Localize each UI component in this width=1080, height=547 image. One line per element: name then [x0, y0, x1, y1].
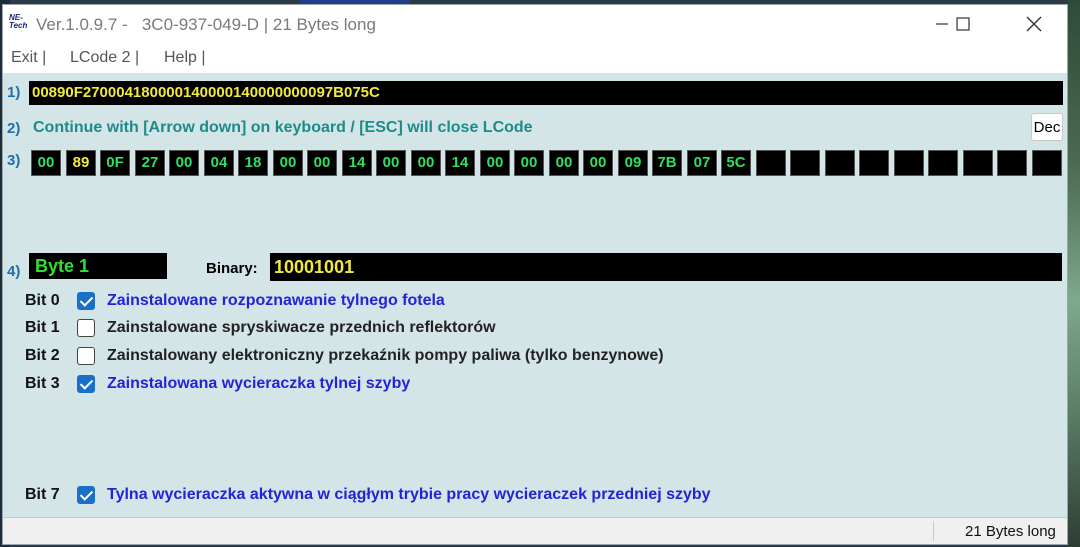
bit-3-checkbox[interactable]	[77, 375, 95, 393]
bit-description: Zainstalowana wycieraczka tylnej szyby	[107, 375, 411, 392]
menu-bar: Exit | LCode 2 | Help |	[3, 43, 1067, 73]
byte-cell[interactable]: 00	[583, 150, 613, 176]
maximize-icon	[956, 17, 970, 31]
row-number-1: 1)	[7, 84, 21, 101]
byte-cell[interactable]: 00	[169, 150, 199, 176]
lcode-window: NE- Tech Ver.1.0.9.7 - 3C0-937-049-D | 2…	[2, 4, 1068, 545]
bit-label: Bit 3	[25, 375, 60, 392]
status-bar: 21 Bytes long	[3, 517, 1067, 544]
byte-cell[interactable]: 00	[411, 150, 441, 176]
binary-label: Binary:	[206, 260, 258, 277]
byte-cell[interactable]	[997, 150, 1027, 176]
bit-0-checkbox[interactable]	[77, 292, 95, 310]
close-icon	[1026, 16, 1042, 32]
byte-cell[interactable]: 00	[307, 150, 337, 176]
selected-byte-label: Byte 1	[29, 253, 167, 279]
byte-cell[interactable]	[790, 150, 820, 176]
dec-button[interactable]: Dec	[1031, 113, 1063, 141]
bit-description: Zainstalowane rozpoznawanie tylnego fote…	[107, 292, 445, 309]
byte-cell[interactable]: 18	[238, 150, 268, 176]
bit-description: Tylna wycieraczka aktywna w ciągłym tryb…	[107, 486, 711, 503]
desktop-background-right	[1068, 0, 1080, 547]
close-window-button[interactable]	[1011, 5, 1057, 43]
byte-cell[interactable]	[894, 150, 924, 176]
menu-lcode2[interactable]: LCode 2 |	[70, 49, 139, 67]
byte-cell[interactable]: 07	[687, 150, 717, 176]
byte-cell[interactable]	[756, 150, 786, 176]
hex-string-field[interactable]: 00890F270004180000140000140000000097B075…	[29, 81, 1063, 105]
byte-cell[interactable]: 7B	[652, 150, 682, 176]
byte-cell[interactable]: 04	[204, 150, 234, 176]
byte-cell[interactable]: 00	[514, 150, 544, 176]
bit-description: Zainstalowane spryskiwacze przednich ref…	[107, 319, 496, 336]
byte-cell[interactable]: 89	[66, 150, 96, 176]
byte-cell[interactable]	[825, 150, 855, 176]
byte-cell[interactable]: 14	[342, 150, 372, 176]
byte-cell[interactable]: 5C	[721, 150, 751, 176]
byte-cell[interactable]	[928, 150, 958, 176]
bit-2-checkbox[interactable]	[77, 347, 95, 365]
menu-exit[interactable]: Exit |	[11, 49, 46, 67]
row-number-4: 4)	[7, 263, 21, 280]
byte-cell[interactable]: 00	[549, 150, 579, 176]
byte-cell[interactable]	[963, 150, 993, 176]
bit-label: Bit 2	[25, 347, 60, 364]
netech-logo-icon: NE- Tech	[9, 13, 28, 30]
byte-cell[interactable]: 00	[376, 150, 406, 176]
bit-1-checkbox[interactable]	[77, 319, 95, 337]
byte-cell[interactable]: 0F	[100, 150, 130, 176]
binary-value-field: 10001001	[270, 253, 1062, 281]
maximize-button[interactable]	[940, 5, 986, 43]
bit-description: Zainstalowany elektroniczny przekaźnik p…	[107, 347, 664, 364]
bit-7-checkbox[interactable]	[77, 486, 95, 504]
status-text: 21 Bytes long	[965, 523, 1056, 540]
byte-cell[interactable]	[859, 150, 889, 176]
status-divider	[933, 521, 934, 541]
byte-cell[interactable]	[1032, 150, 1062, 176]
byte-cells-row: 00 89 0F 27 00 04 18 00 00 14 00 00 14 00 00 00 00 09 7B 07…	[31, 150, 1065, 178]
byte-cell[interactable]: 00	[31, 150, 61, 176]
byte-cell[interactable]: 09	[618, 150, 648, 176]
bit-label: Bit 0	[25, 292, 60, 309]
byte-cell[interactable]: 00	[273, 150, 303, 176]
menu-help[interactable]: Help |	[164, 49, 206, 67]
bit-label: Bit 7	[25, 486, 60, 503]
bit-label: Bit 1	[25, 319, 60, 336]
window-title: Ver.1.0.9.7 - 3C0-937-049-D | 21 Bytes l…	[36, 15, 376, 34]
byte-cell[interactable]: 00	[480, 150, 510, 176]
row-number-2: 2)	[7, 120, 21, 137]
title-bar[interactable]: NE- Tech Ver.1.0.9.7 - 3C0-937-049-D | 2…	[3, 5, 1067, 43]
row-number-3: 3)	[7, 152, 21, 169]
byte-cell[interactable]: 14	[445, 150, 475, 176]
byte-cell[interactable]: 27	[135, 150, 165, 176]
instruction-text: Continue with [Arrow down] on keyboard /…	[33, 119, 533, 136]
